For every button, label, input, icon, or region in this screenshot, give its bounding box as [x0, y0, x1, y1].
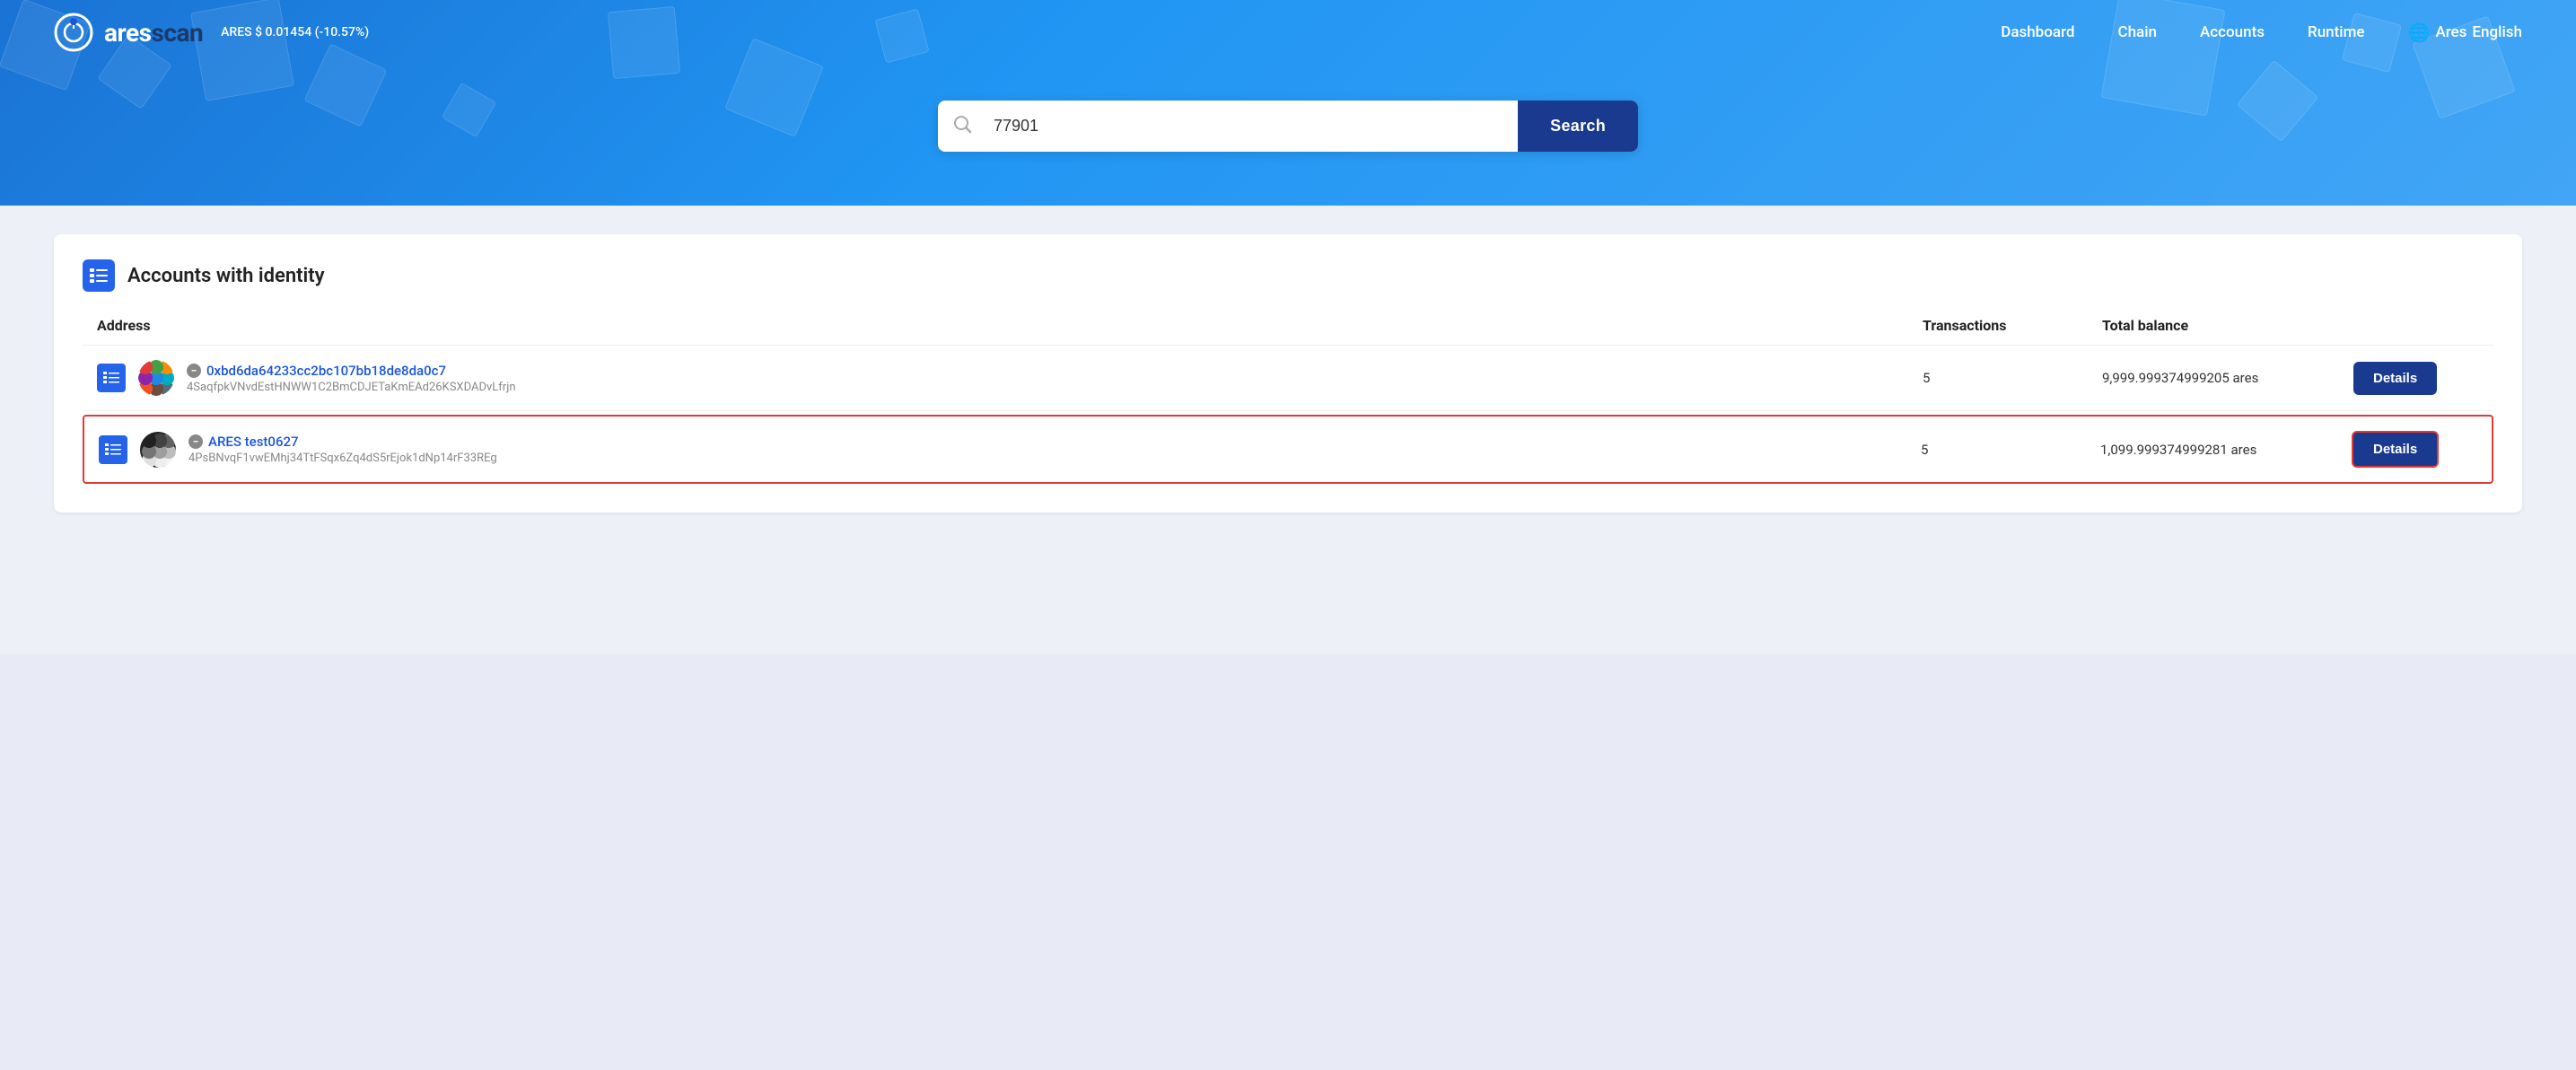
transactions-2: 5 [1921, 442, 2100, 458]
balance-1: 9,999.999374999205 ares [2102, 370, 2353, 386]
nav-ares-label: Ares [2435, 23, 2466, 41]
price-badge: ARES $ 0.01454 (-10.57%) [221, 25, 369, 39]
search-icon [938, 114, 986, 138]
header-top: aresscan ARES $ 0.01454 (-10.57%) Dashbo… [0, 0, 2576, 65]
hero-section: Search [0, 65, 2576, 206]
row-icon-2 [99, 435, 127, 464]
details-button-2[interactable]: Details [2352, 431, 2439, 468]
col-balance: Total balance [2102, 317, 2353, 334]
address-cell-2: − ARES test0627 4PsBNvqF1vwEMhj34TtFSqx6… [99, 432, 1921, 468]
search-button[interactable]: Search [1518, 101, 1638, 152]
row-icon-1 [97, 364, 126, 392]
nav-ares-lang[interactable]: 🌐 Ares English [2408, 22, 2522, 43]
col-actions [2353, 317, 2479, 334]
table-header: Address Transactions Total balance [83, 317, 2493, 346]
balance-2: 1,099.999374999281 ares [2100, 442, 2352, 458]
table-row: − 0xbd6da64233cc2bc107bb18de8da0c7 4Saqf… [83, 346, 2493, 411]
transactions-1: 5 [1923, 370, 2102, 386]
minus-badge-2: − [188, 434, 203, 449]
address-main-1: − 0xbd6da64233cc2bc107bb18de8da0c7 [187, 363, 516, 379]
address-sub-2: 4PsBNvqF1vwEMhj34TtFSqx6Zq4dS5rEjok1dNp1… [188, 452, 497, 465]
identicon-2 [140, 432, 176, 468]
main-nav: Dashboard Chain Accounts Runtime 🌐 Ares … [2001, 22, 2522, 43]
logo-icon [54, 13, 93, 52]
address-info-2: − ARES test0627 4PsBNvqF1vwEMhj34TtFSqx6… [188, 434, 497, 465]
accounts-card: Accounts with identity Address Transacti… [54, 234, 2522, 513]
identicon-1 [138, 360, 174, 396]
table-row-highlighted: − ARES test0627 4PsBNvqF1vwEMhj34TtFSqx6… [83, 415, 2493, 484]
col-transactions: Transactions [1923, 317, 2102, 334]
globe-icon: 🌐 [2408, 22, 2431, 43]
nav-dashboard[interactable]: Dashboard [2001, 23, 2074, 41]
address-main-2: − ARES test0627 [188, 434, 497, 450]
actions-1: Details [2353, 362, 2479, 395]
details-button-1[interactable]: Details [2353, 362, 2437, 395]
card-title: Accounts with identity [127, 265, 325, 287]
address-sub-1: 4SaqfpkVNvdEstHNWW1C2BmCDJETaKmEAd26KSXD… [187, 381, 516, 394]
address-cell-1: − 0xbd6da64233cc2bc107bb18de8da0c7 4Saqf… [97, 360, 1923, 396]
search-bar: Search [938, 101, 1638, 152]
actions-2: Details [2352, 431, 2477, 468]
accounts-icon [83, 259, 115, 292]
logo-area: aresscan ARES $ 0.01454 (-10.57%) [54, 13, 369, 52]
search-input[interactable] [986, 101, 1518, 152]
logo-text: aresscan [104, 18, 203, 48]
header: aresscan ARES $ 0.01454 (-10.57%) Dashbo… [0, 0, 2576, 206]
col-address: Address [97, 317, 1923, 334]
nav-accounts[interactable]: Accounts [2200, 23, 2265, 41]
content-area: Accounts with identity Address Transacti… [0, 206, 2576, 654]
nav-chain[interactable]: Chain [2117, 23, 2157, 41]
minus-badge-1: − [187, 364, 201, 378]
nav-language-label: English [2472, 23, 2522, 41]
address-info-1: − 0xbd6da64233cc2bc107bb18de8da0c7 4Saqf… [187, 363, 516, 394]
nav-runtime[interactable]: Runtime [2308, 23, 2365, 41]
card-title-row: Accounts with identity [83, 259, 2493, 292]
